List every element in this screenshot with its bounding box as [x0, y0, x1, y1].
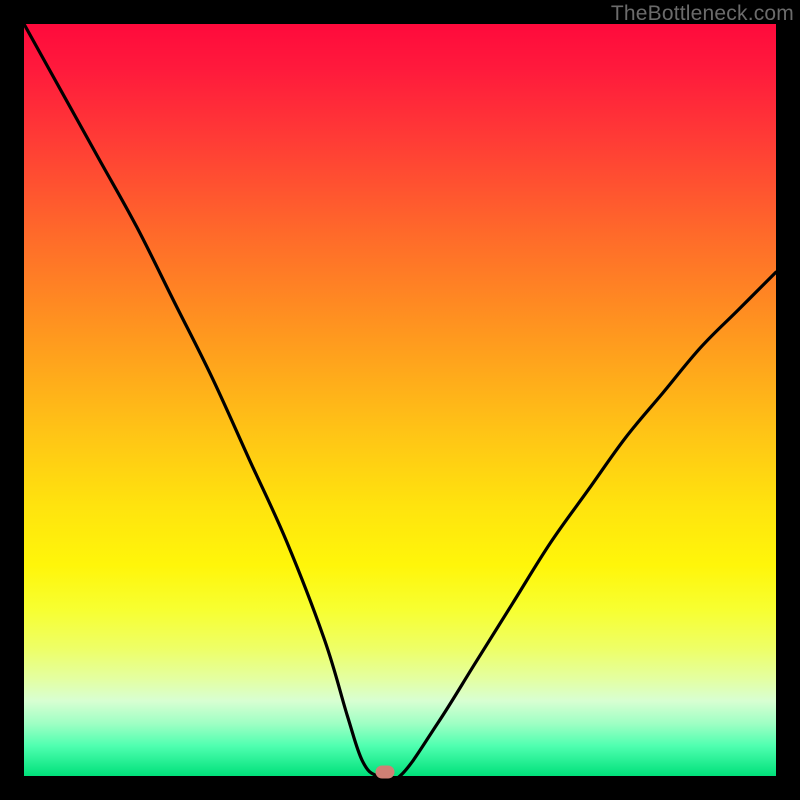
chart-plot-area	[24, 24, 776, 776]
watermark-text: TheBottleneck.com	[611, 2, 794, 26]
curve-svg	[24, 24, 776, 776]
chart-frame: TheBottleneck.com	[0, 0, 800, 800]
optimal-point-marker	[375, 766, 394, 779]
bottleneck-curve	[24, 24, 776, 776]
